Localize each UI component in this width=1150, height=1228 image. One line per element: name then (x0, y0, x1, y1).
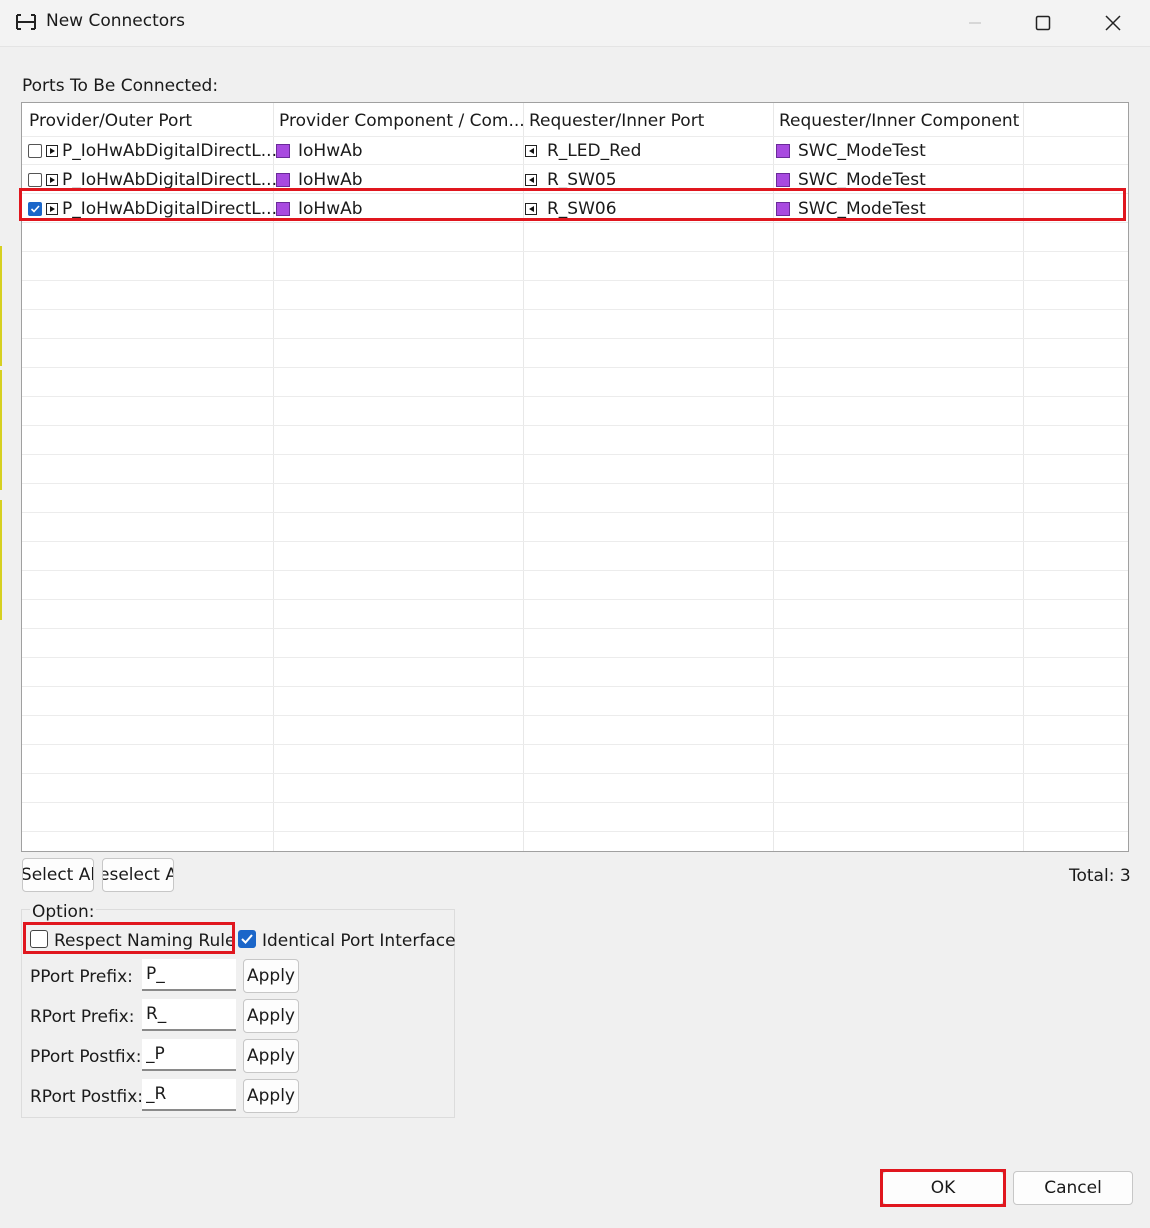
background-edge (0, 370, 2, 490)
options-label: Option: (30, 902, 97, 922)
rport-postfix-input[interactable] (142, 1079, 236, 1111)
component-icon (276, 144, 290, 158)
component-icon (276, 173, 290, 187)
provider-port-icon (46, 174, 58, 186)
deselect-all-button[interactable]: eselect A (102, 858, 174, 892)
provider-port-icon (46, 145, 58, 157)
maximize-icon (1035, 15, 1051, 31)
pport-postfix-input[interactable] (142, 1039, 236, 1071)
close-button[interactable] (1078, 0, 1148, 46)
rport-prefix-apply-button[interactable]: Apply (243, 999, 299, 1033)
requester-component-cell: SWC_ModeTest (798, 141, 926, 161)
provider-component-cell: IoHwAb (298, 141, 363, 161)
pport-prefix-label: PPort Prefix: (30, 967, 133, 987)
window-title: New Connectors (46, 11, 186, 31)
checkmark-icon (241, 934, 253, 944)
select-all-button[interactable]: Select Al (22, 858, 94, 892)
title-bar: New Connectors (0, 0, 1150, 47)
maximize-button[interactable] (1008, 0, 1078, 46)
close-icon (1105, 15, 1121, 31)
row-checkbox[interactable] (28, 144, 42, 158)
minimize-icon (969, 22, 981, 24)
pport-postfix-apply-button[interactable]: Apply (243, 1039, 299, 1073)
background-edge (0, 500, 2, 620)
requester-port-cell: R_LED_Red (547, 141, 642, 161)
requester-port-icon (525, 174, 537, 186)
column-header-requester-component[interactable]: Requester/Inner Component (779, 111, 1019, 131)
identical-port-interface-label[interactable]: Identical Port Interface (262, 931, 456, 951)
identical-port-interface-checkbox[interactable] (238, 930, 256, 948)
connector-icon (16, 14, 36, 30)
minimize-button[interactable] (940, 0, 1010, 46)
highlight-box-ok (880, 1169, 1006, 1207)
provider-port-cell: P_IoHwAbDigitalDirectL... (62, 141, 277, 161)
rport-prefix-input[interactable] (142, 999, 236, 1031)
column-header-requester-port[interactable]: Requester/Inner Port (529, 111, 704, 131)
highlight-box-naming-rule (23, 922, 235, 954)
column-header-provider-port[interactable]: Provider/Outer Port (29, 111, 192, 131)
rport-prefix-label: RPort Prefix: (30, 1007, 135, 1027)
pport-prefix-apply-button[interactable]: Apply (243, 959, 299, 993)
requester-port-icon (525, 145, 537, 157)
total-count: Total: 3 (1069, 866, 1131, 886)
pport-postfix-label: PPort Postfix: (30, 1047, 142, 1067)
requester-component-cell: SWC_ModeTest (798, 170, 926, 190)
column-header-provider-component[interactable]: Provider Component / Com... (279, 111, 525, 131)
component-icon (776, 144, 790, 158)
pport-prefix-input[interactable] (142, 959, 236, 991)
requester-port-cell: R_SW05 (547, 170, 617, 190)
background-edge (0, 246, 2, 366)
provider-component-cell: IoHwAb (298, 170, 363, 190)
highlight-box-selected-row (19, 188, 1126, 221)
rport-postfix-label: RPort Postfix: (30, 1087, 143, 1107)
component-icon (776, 173, 790, 187)
provider-port-cell: P_IoHwAbDigitalDirectL... (62, 170, 277, 190)
cancel-button[interactable]: Cancel (1013, 1171, 1133, 1205)
rport-postfix-apply-button[interactable]: Apply (243, 1079, 299, 1113)
row-checkbox[interactable] (28, 173, 42, 187)
ports-label: Ports To Be Connected: (22, 76, 219, 96)
